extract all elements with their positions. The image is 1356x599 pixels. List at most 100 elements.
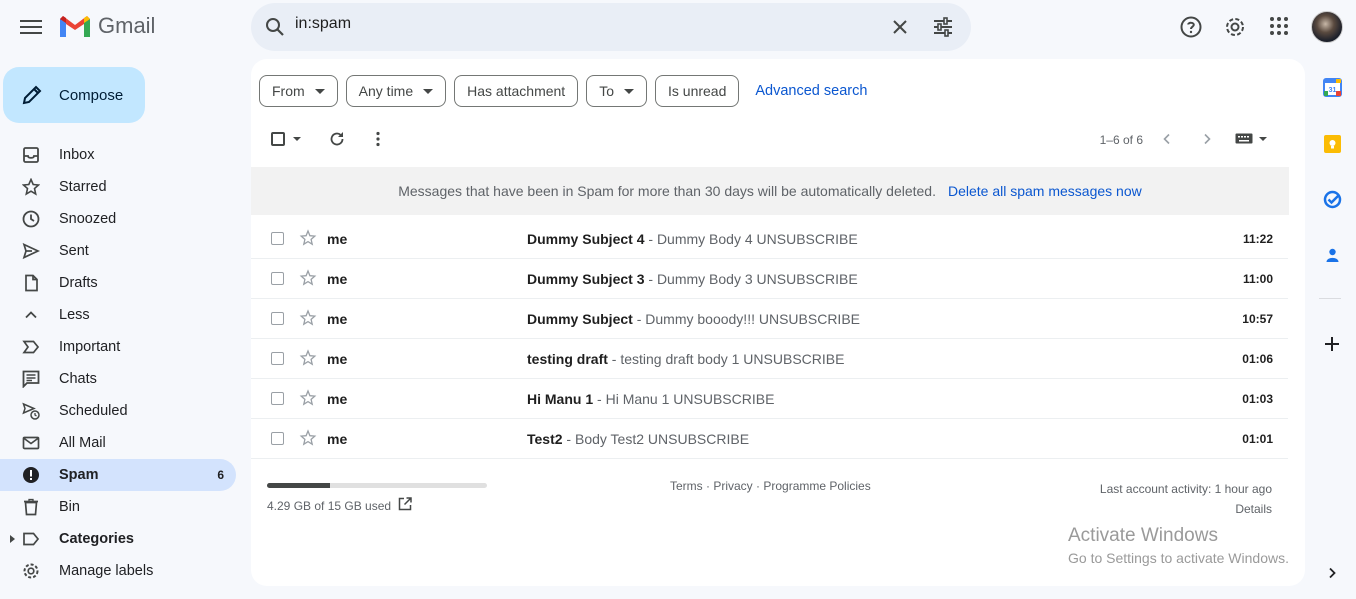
expand-arrow-icon[interactable] [10,535,15,543]
sidebar-item-categories[interactable]: Categories [0,523,236,555]
sidebar-item-important[interactable]: Important [0,331,236,363]
sidebar-item-drafts[interactable]: Drafts [0,267,236,299]
chevron-right-icon[interactable] [1200,132,1214,146]
main-menu-button[interactable] [20,17,42,37]
email-content: Hi Manu 1 - Hi Manu 1 UNSUBSCRIBE [527,391,774,407]
sidebar-item-starred[interactable]: Starred [0,171,236,203]
pagination-text: 1–6 of 6 [1099,133,1143,147]
row-checkbox[interactable] [271,352,284,365]
calendar-icon[interactable]: 31 [1323,78,1342,97]
avatar[interactable] [1311,11,1343,43]
sidebar-item-scheduled[interactable]: Scheduled [0,395,236,427]
terms-link[interactable]: Terms [670,479,703,493]
sidebar-item-label: Manage labels [59,563,154,579]
email-time: 11:00 [1242,272,1273,286]
sidebar-item-label: Starred [59,179,107,195]
privacy-link[interactable]: Privacy [713,479,752,493]
keep-icon[interactable] [1323,134,1342,159]
email-subject: testing draft [527,351,608,367]
programme-policies-link[interactable]: Programme Policies [763,479,870,493]
sidebar-item-inbox[interactable]: Inbox [0,139,236,171]
more-options-icon[interactable] [369,130,387,148]
email-row[interactable]: me Dummy Subject 3 - Dummy Body 3 UNSUBS… [251,259,1288,299]
star-icon[interactable] [299,229,317,247]
star-icon[interactable] [299,429,317,447]
chevron-left-icon[interactable] [1160,132,1174,146]
select-all-checkbox[interactable] [271,132,285,146]
filter-to-chip[interactable]: To [586,75,647,107]
star-icon[interactable] [299,389,317,407]
app-name: Gmail [98,13,156,38]
email-content: Dummy Subject - Dummy booody!!! UNSUBSCR… [527,311,860,327]
row-checkbox[interactable] [271,232,284,245]
gmail-logo[interactable]: Gmail [58,13,155,39]
details-link[interactable]: Details [1100,499,1272,519]
chevron-right-icon[interactable] [1325,566,1339,585]
tasks-icon[interactable] [1323,190,1342,214]
search-options-icon[interactable] [931,15,955,39]
email-row[interactable]: me Hi Manu 1 - Hi Manu 1 UNSUBSCRIBE 01:… [251,379,1288,419]
email-separator: - [632,311,646,327]
select-dropdown-icon[interactable] [293,137,301,141]
row-checkbox[interactable] [271,392,284,405]
search-input[interactable] [295,15,855,33]
keyboard-icon[interactable] [1235,133,1255,145]
filter-has-attachment-chip[interactable]: Has attachment [454,75,579,107]
email-snippet: Body Test2 UNSUBSCRIBE [575,431,750,447]
search-icon[interactable] [263,15,287,39]
email-subject: Dummy Subject [527,311,633,327]
email-row[interactable]: me Dummy Subject - Dummy booody!!! UNSUB… [251,299,1288,339]
filter-is-unread-chip[interactable]: Is unread [655,75,740,107]
sidebar-item-label: Chats [59,371,97,387]
compose-button[interactable]: Compose [3,67,145,123]
open-in-new-icon[interactable] [397,496,413,512]
email-row[interactable]: me testing draft - testing draft body 1 … [251,339,1288,379]
list-toolbar [251,123,1305,155]
star-icon[interactable] [299,349,317,367]
sidebar-item-all-mail[interactable]: All Mail [0,427,236,459]
delete-all-spam-link[interactable]: Delete all spam messages now [948,183,1142,199]
email-sender: me [327,431,348,447]
advanced-search-link[interactable]: Advanced search [755,83,867,99]
email-sender: me [327,351,348,367]
help-icon[interactable] [1179,15,1203,39]
star-icon[interactable] [299,269,317,287]
row-checkbox[interactable] [271,272,284,285]
star-icon[interactable] [299,309,317,327]
filter-any-time-chip[interactable]: Any time [345,75,447,107]
email-subject: Dummy Subject 3 [527,271,645,287]
email-row[interactable]: me Test2 - Body Test2 UNSUBSCRIBE 01:01 [251,419,1288,459]
chip-label: Has attachment [467,83,566,99]
email-time: 11:22 [1242,232,1273,246]
trash-icon [24,498,38,516]
sidebar-item-less[interactable]: Less [0,299,236,331]
scheduled-send-icon [22,402,40,420]
sidebar-item-bin[interactable]: Bin [0,491,236,523]
email-content: testing draft - testing draft body 1 UNS… [527,351,844,367]
sidebar-item-spam[interactable]: Spam 6 [0,459,236,491]
sidebar-item-label: Important [59,339,121,355]
menu-icon-bar [20,20,42,22]
sidebar-item-chats[interactable]: Chats [0,363,236,395]
email-separator: - [644,231,657,247]
row-checkbox[interactable] [271,432,284,445]
filter-from-chip[interactable]: From [259,75,338,107]
chip-label: Is unread [668,83,727,99]
contacts-icon[interactable] [1323,246,1342,270]
apps-grid-icon[interactable] [1268,15,1290,37]
chip-label: To [599,83,614,99]
sidebar-item-sent[interactable]: Sent [0,235,236,267]
refresh-icon[interactable] [328,130,346,148]
dropdown-caret-icon [314,88,325,94]
sidebar-item-manage-labels[interactable]: Manage labels [0,555,236,587]
email-subject: Dummy Subject 4 [527,231,645,247]
label-icon [23,532,40,546]
email-row[interactable]: me Dummy Subject 4 - Dummy Body 4 UNSUBS… [251,219,1288,259]
row-checkbox[interactable] [271,312,284,325]
add-addon-icon[interactable] [1323,335,1341,358]
close-icon[interactable] [889,16,911,38]
email-content: Dummy Subject 3 - Dummy Body 3 UNSUBSCRI… [527,271,858,287]
sidebar-item-snoozed[interactable]: Snoozed [0,203,236,235]
input-tools-dropdown-icon[interactable] [1259,137,1267,141]
settings-icon[interactable] [1223,15,1247,39]
